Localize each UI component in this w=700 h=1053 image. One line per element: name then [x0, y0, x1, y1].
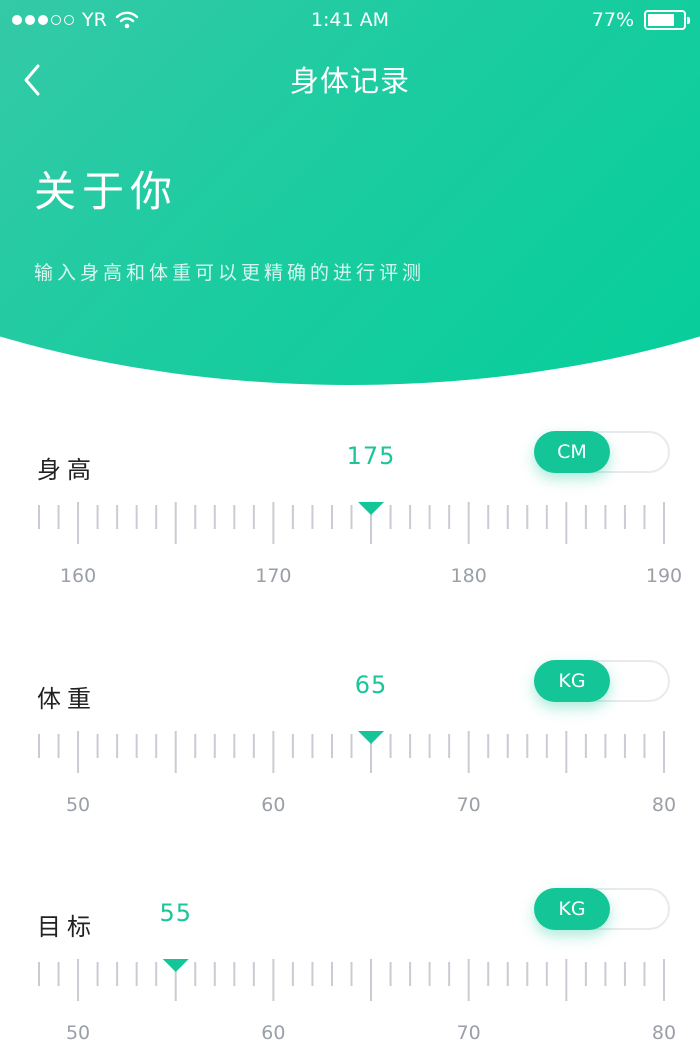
page-title: 身体记录 — [289, 64, 410, 98]
height-section: 身高 175 CM 160 170 180 190 — [0, 420, 700, 620]
ruler-tick-label: 70 — [457, 1022, 481, 1044]
ruler-tick-label: 180 — [451, 565, 487, 587]
height-ruler[interactable]: 160 170 180 190 — [0, 420, 700, 620]
hero-subtitle: 输入身高和体重可以更精确的进行评测 — [34, 262, 426, 284]
ruler-tick-label: 80 — [652, 794, 676, 816]
ruler-tick-label: 60 — [261, 794, 285, 816]
battery-icon — [644, 10, 690, 30]
ruler-indicator[interactable] — [358, 502, 385, 515]
battery-level — [648, 14, 675, 26]
ruler-indicator[interactable] — [358, 731, 385, 744]
ruler-tick-label: 50 — [66, 794, 90, 816]
target-ruler[interactable]: 50 60 70 80 — [0, 877, 700, 1053]
target-section: 目标 55 KG 50 60 70 80 — [0, 877, 700, 1053]
ruler-tick-label: 70 — [457, 794, 481, 816]
ruler-indicator[interactable] — [162, 959, 189, 972]
hero-title: 关于你 — [34, 167, 179, 216]
status-right: 77% — [591, 9, 690, 31]
ruler-tick-label: 80 — [652, 1022, 676, 1044]
ruler-tick-label: 60 — [261, 1022, 285, 1044]
battery-percent: 77% — [591, 9, 634, 31]
weight-ruler[interactable]: 50 60 70 80 — [0, 649, 700, 849]
ruler-tick-label: 50 — [66, 1022, 90, 1044]
weight-section: 体重 65 KG 50 60 70 80 — [0, 649, 700, 849]
ruler-tick-label: 160 — [60, 565, 96, 587]
ruler-tick-label: 190 — [646, 565, 682, 587]
status-bar: YR 1:41 AM 77% — [0, 0, 700, 40]
ruler-tick-label: 170 — [255, 565, 291, 587]
